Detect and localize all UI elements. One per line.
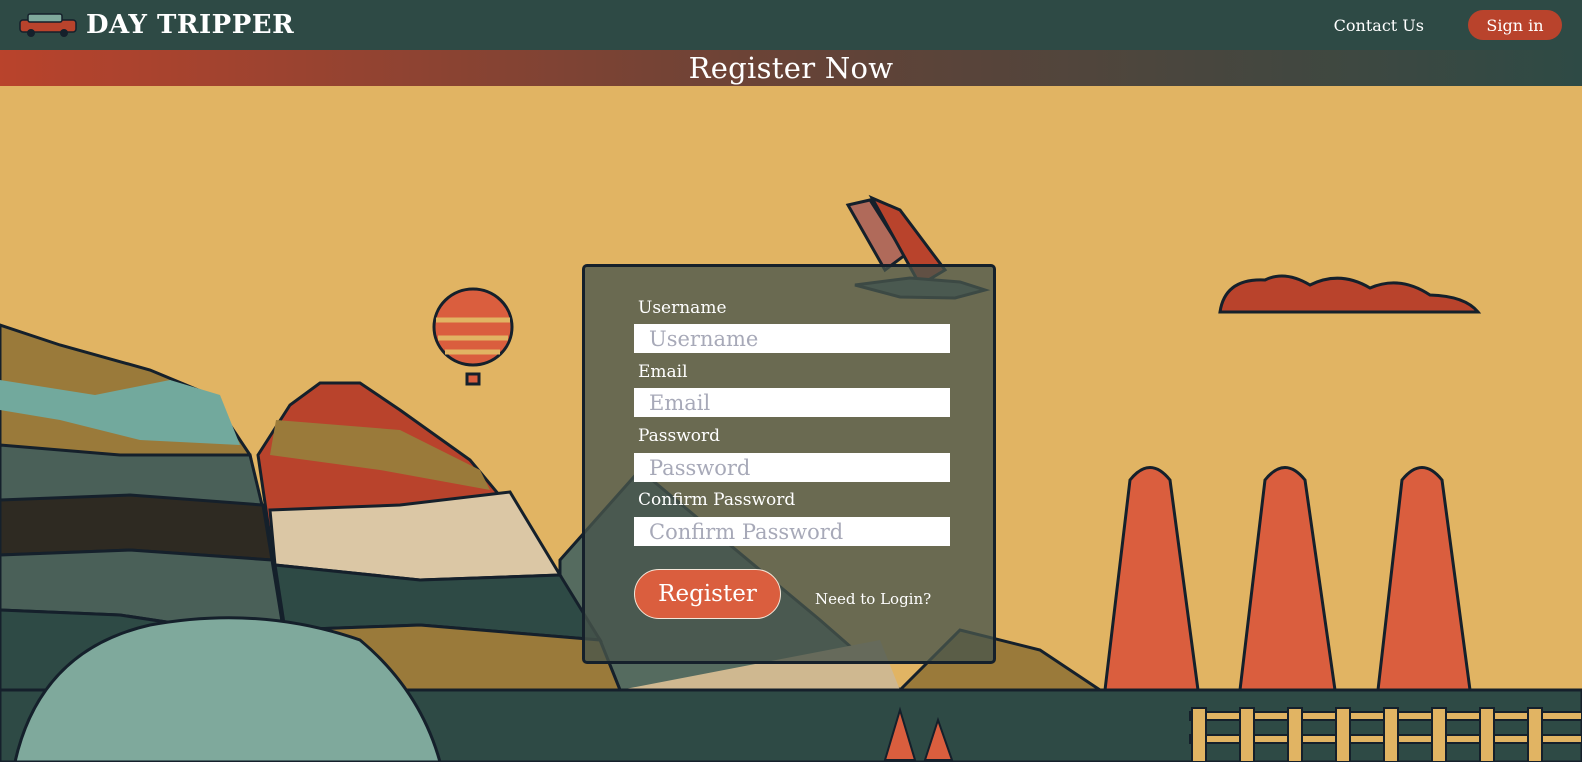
email-input[interactable] <box>634 388 950 417</box>
register-button[interactable]: Register <box>634 569 781 619</box>
register-form: Username Email Password Confirm Password… <box>582 264 996 664</box>
car-logo-icon <box>19 13 77 37</box>
username-label: Username <box>638 298 727 318</box>
top-navbar: DAY TRIPPER Contact Us Sign in <box>0 0 1582 50</box>
confirm-password-input[interactable] <box>634 517 950 546</box>
page-title: Register Now <box>688 51 894 85</box>
email-label: Email <box>638 362 688 382</box>
password-input[interactable] <box>634 453 950 482</box>
contact-us-link[interactable]: Contact Us <box>1334 16 1424 35</box>
sign-in-button[interactable]: Sign in <box>1468 10 1562 40</box>
username-input[interactable] <box>634 324 950 353</box>
page-banner: Register Now <box>0 50 1582 86</box>
need-to-login-link[interactable]: Need to Login? <box>815 590 931 608</box>
password-label: Password <box>638 426 721 446</box>
brand-name: DAY TRIPPER <box>86 10 295 40</box>
confirm-password-label: Confirm Password <box>638 490 796 510</box>
brand-home-link[interactable]: DAY TRIPPER <box>16 10 294 40</box>
